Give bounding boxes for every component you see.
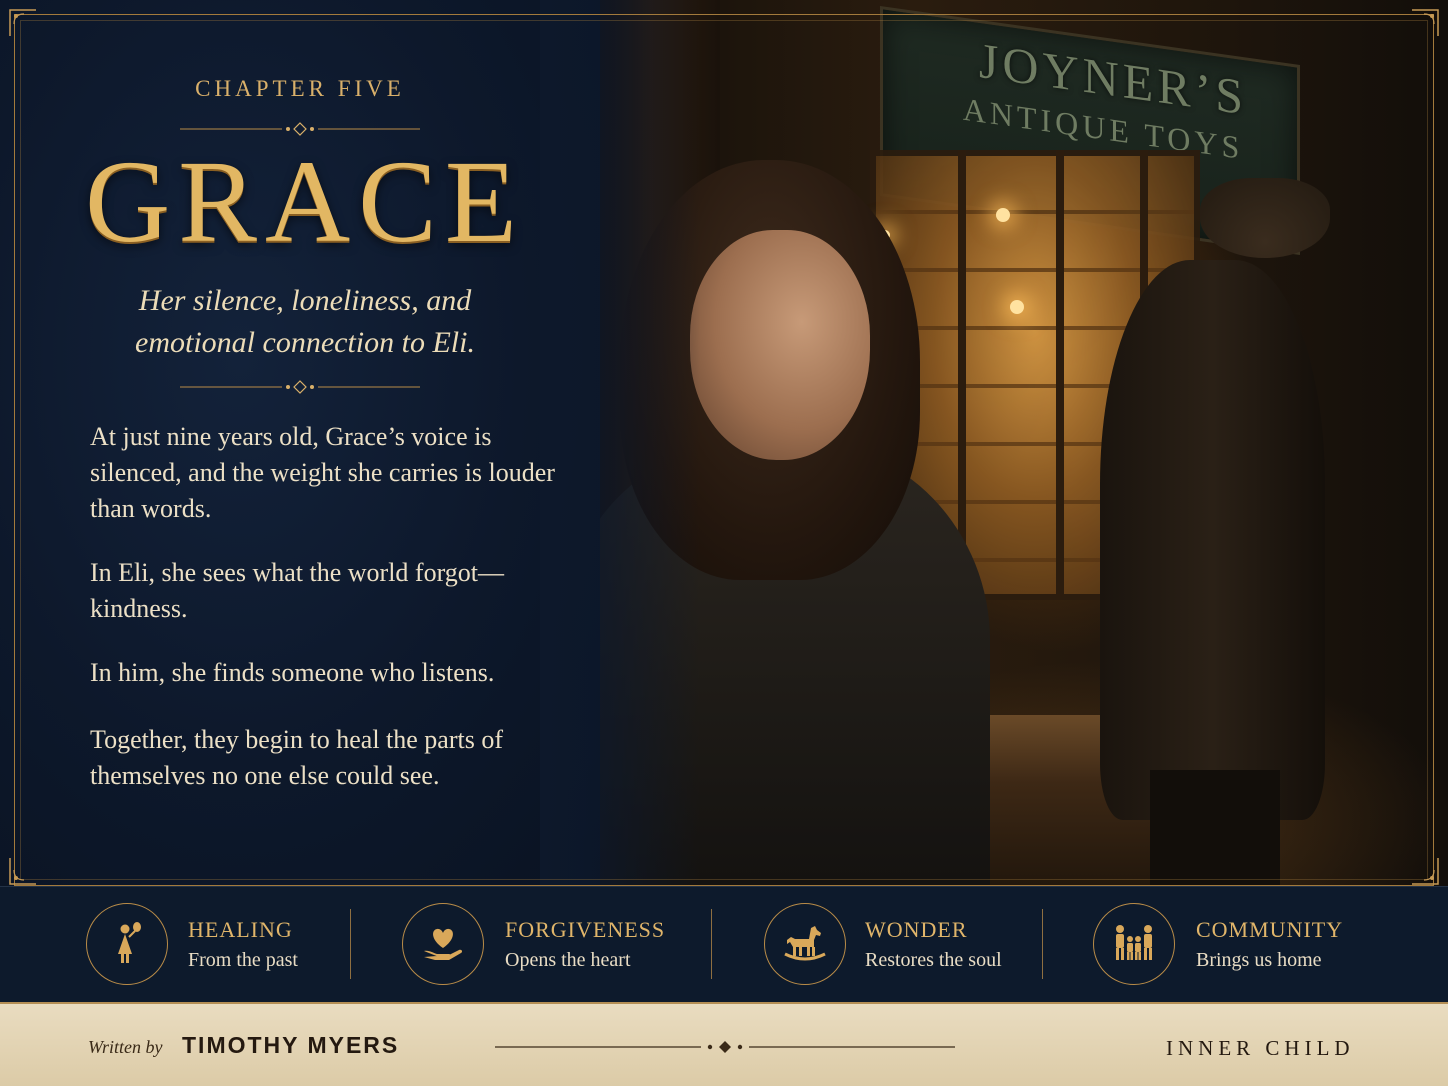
value-community: COMMUNITY Brings us home	[1043, 887, 1448, 1003]
written-by-label: Written by	[88, 1037, 163, 1057]
corner-ornament-icon	[1410, 8, 1440, 38]
value-subtitle: Opens the heart	[505, 949, 631, 971]
value-forgiveness: FORGIVENESS Opens the heart	[351, 887, 711, 1003]
man-hat	[1200, 178, 1330, 258]
value-subtitle: Restores the soul	[865, 949, 1002, 971]
heart-hand-icon	[402, 903, 484, 985]
girl-face	[690, 230, 870, 460]
man-figure	[1100, 260, 1325, 820]
chapter-hero: JOYNER’S ANTIQUE TOYS CHAPTER FIVE GRACE…	[0, 0, 1448, 886]
story-paragraph: In him, she finds someone who listens.	[90, 658, 495, 687]
girl-balloon-icon	[86, 903, 168, 985]
values-bar: HEALING From the past FORGIVENESS Opens …	[0, 886, 1448, 1002]
lamp-light	[1010, 300, 1024, 314]
panel-fade	[540, 0, 700, 886]
lamp-light	[996, 208, 1010, 222]
family-icon	[1093, 903, 1175, 985]
story-paragraph: In Eli, she sees what the world forgot—k…	[90, 558, 504, 623]
value-title: COMMUNITY	[1196, 917, 1344, 942]
corner-ornament-icon	[8, 856, 38, 886]
ornament-divider	[180, 380, 420, 394]
value-subtitle: Brings us home	[1196, 949, 1322, 971]
man-legs	[1150, 770, 1280, 886]
story-paragraph: At just nine years old, Grace’s voice is…	[90, 422, 555, 523]
chapter-subtitle: Her silence, loneliness, and emotional c…	[135, 284, 475, 359]
window-mullion	[1056, 150, 1064, 600]
value-healing: HEALING From the past	[0, 887, 350, 1003]
value-title: FORGIVENESS	[505, 917, 666, 942]
chapter-title: GRACE	[85, 136, 525, 267]
corner-ornament-icon	[1410, 856, 1440, 886]
story-paragraph: Together, they begin to heal the parts o…	[90, 725, 504, 790]
value-subtitle: From the past	[188, 949, 298, 971]
value-title: HEALING	[188, 917, 293, 942]
footer: Written by TIMOTHY MYERS INNER CHILD	[0, 1002, 1448, 1086]
ornament-divider	[495, 1040, 955, 1054]
value-wonder: WONDER Restores the soul	[712, 887, 1042, 1003]
series-name: INNER CHILD	[1166, 1036, 1355, 1060]
chapter-label: CHAPTER FIVE	[195, 76, 405, 101]
ornament-divider	[180, 122, 420, 136]
author-name: TIMOTHY MYERS	[182, 1032, 400, 1058]
rocking-horse-icon	[764, 903, 846, 985]
value-title: WONDER	[865, 917, 968, 942]
corner-ornament-icon	[8, 8, 38, 38]
